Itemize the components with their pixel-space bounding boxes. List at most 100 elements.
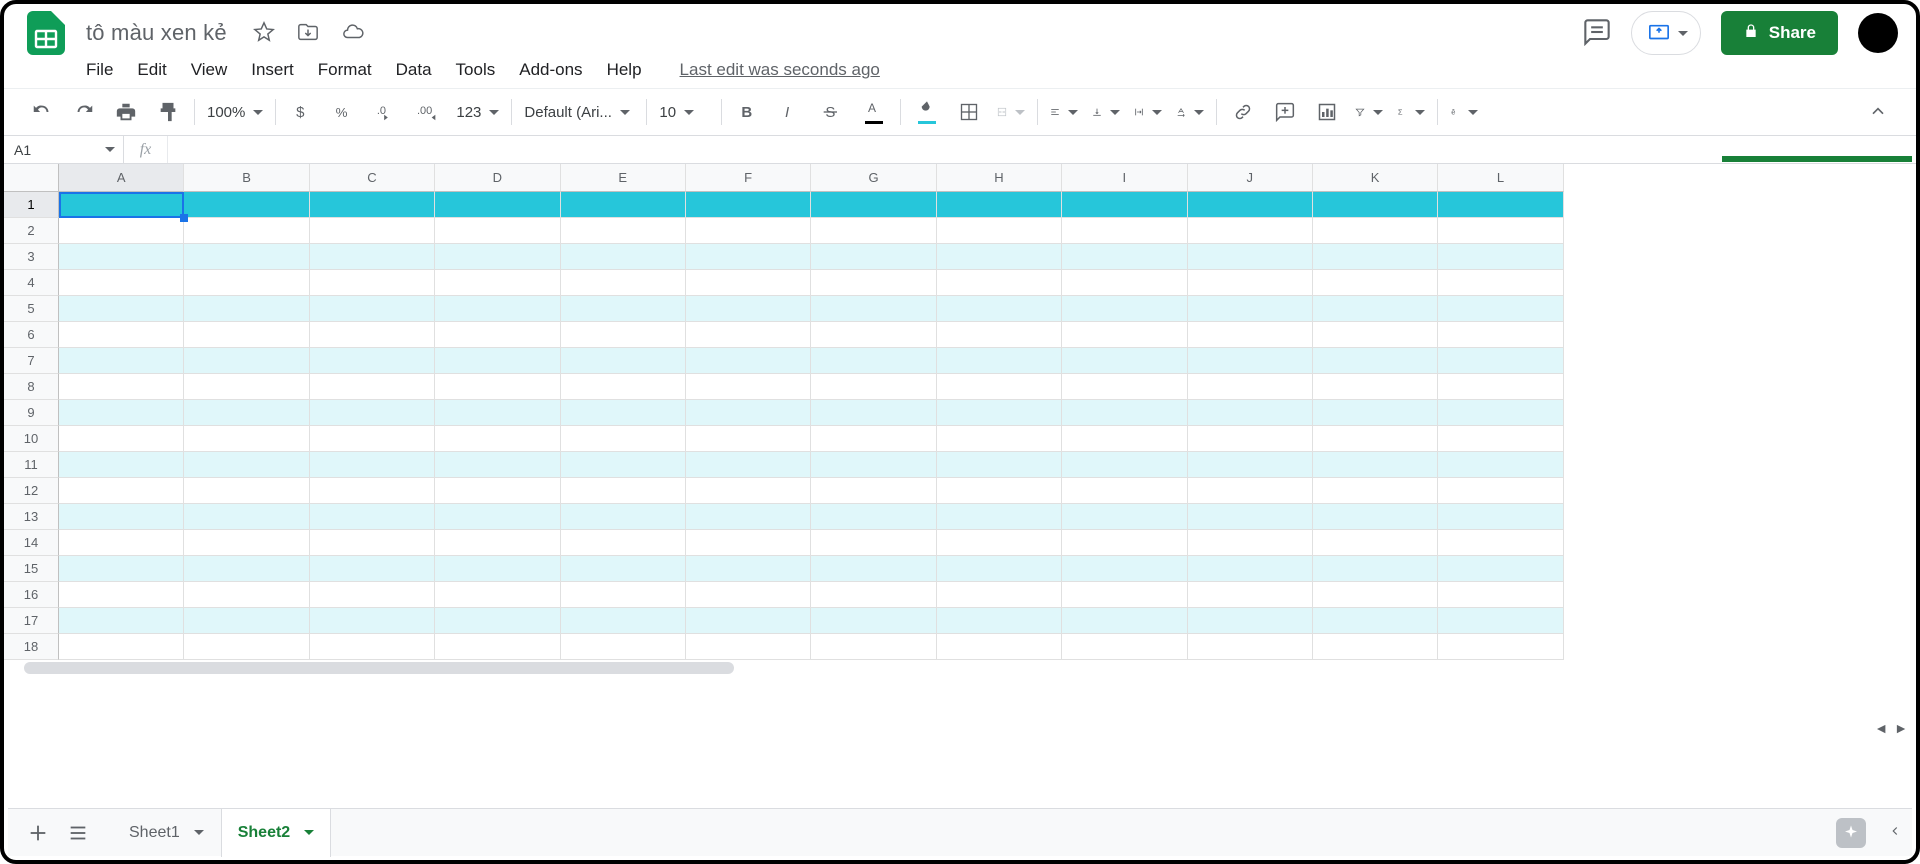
cell[interactable] bbox=[1188, 426, 1313, 452]
cell[interactable] bbox=[811, 556, 936, 582]
name-box[interactable]: A1 bbox=[4, 136, 124, 163]
increase-decimal-button[interactable]: .00 bbox=[414, 98, 442, 126]
cell[interactable] bbox=[811, 244, 936, 270]
column-header[interactable]: H bbox=[937, 164, 1062, 192]
cell[interactable] bbox=[1313, 452, 1438, 478]
cell[interactable] bbox=[184, 426, 309, 452]
fill-color-button[interactable] bbox=[913, 98, 941, 126]
cell[interactable] bbox=[1313, 322, 1438, 348]
star-icon[interactable] bbox=[253, 21, 275, 46]
cell[interactable] bbox=[184, 400, 309, 426]
scroll-right-icon[interactable]: ► bbox=[1894, 720, 1908, 736]
zoom-dropdown[interactable]: 100% bbox=[207, 104, 263, 121]
cell[interactable] bbox=[1062, 192, 1187, 218]
cell[interactable] bbox=[937, 608, 1062, 634]
cell[interactable] bbox=[561, 556, 686, 582]
text-wrap-button[interactable] bbox=[1134, 98, 1162, 126]
cell[interactable] bbox=[686, 530, 811, 556]
cell[interactable] bbox=[1313, 426, 1438, 452]
cell[interactable] bbox=[184, 452, 309, 478]
cell[interactable] bbox=[1062, 634, 1187, 660]
cell[interactable] bbox=[59, 400, 184, 426]
cell[interactable] bbox=[811, 582, 936, 608]
explore-button[interactable] bbox=[1836, 818, 1866, 848]
cell[interactable] bbox=[1062, 452, 1187, 478]
cell[interactable] bbox=[1313, 504, 1438, 530]
row-header[interactable]: 6 bbox=[4, 322, 59, 348]
menu-addons[interactable]: Add-ons bbox=[519, 60, 582, 80]
cell[interactable] bbox=[1313, 192, 1438, 218]
cell[interactable] bbox=[937, 270, 1062, 296]
cell[interactable] bbox=[937, 426, 1062, 452]
present-button[interactable] bbox=[1631, 11, 1701, 55]
cell[interactable] bbox=[1062, 556, 1187, 582]
cell[interactable] bbox=[59, 296, 184, 322]
column-header[interactable]: C bbox=[310, 164, 435, 192]
cell[interactable] bbox=[184, 608, 309, 634]
cell[interactable] bbox=[1188, 244, 1313, 270]
cell[interactable] bbox=[310, 634, 435, 660]
decrease-decimal-button[interactable]: .0 bbox=[372, 98, 400, 126]
cell[interactable] bbox=[1313, 582, 1438, 608]
cell[interactable] bbox=[937, 296, 1062, 322]
cell[interactable] bbox=[1438, 374, 1563, 400]
cell[interactable] bbox=[59, 192, 184, 218]
cell[interactable] bbox=[435, 530, 560, 556]
cell[interactable] bbox=[811, 348, 936, 374]
cell[interactable] bbox=[686, 400, 811, 426]
cell[interactable] bbox=[937, 322, 1062, 348]
cell[interactable] bbox=[184, 582, 309, 608]
cell[interactable] bbox=[435, 270, 560, 296]
cell[interactable] bbox=[937, 504, 1062, 530]
cell[interactable] bbox=[686, 348, 811, 374]
cell[interactable] bbox=[1188, 478, 1313, 504]
scroll-left-icon[interactable]: ◄ bbox=[1874, 720, 1888, 736]
cell[interactable] bbox=[310, 400, 435, 426]
cell[interactable] bbox=[561, 426, 686, 452]
cell[interactable] bbox=[1438, 244, 1563, 270]
cell[interactable] bbox=[811, 504, 936, 530]
cell[interactable] bbox=[435, 400, 560, 426]
cell[interactable] bbox=[1188, 504, 1313, 530]
cell[interactable] bbox=[811, 218, 936, 244]
cell[interactable] bbox=[561, 504, 686, 530]
cell[interactable] bbox=[435, 348, 560, 374]
cell[interactable] bbox=[1188, 452, 1313, 478]
cell[interactable] bbox=[435, 296, 560, 322]
cloud-status-icon[interactable] bbox=[341, 21, 365, 46]
cell[interactable] bbox=[1438, 608, 1563, 634]
bold-button[interactable]: B bbox=[734, 98, 762, 126]
insert-link-button[interactable] bbox=[1229, 98, 1257, 126]
cell[interactable] bbox=[937, 582, 1062, 608]
cell[interactable] bbox=[686, 478, 811, 504]
last-edit-link[interactable]: Last edit was seconds ago bbox=[680, 60, 880, 80]
menu-help[interactable]: Help bbox=[607, 60, 642, 80]
cell[interactable] bbox=[184, 270, 309, 296]
cell[interactable] bbox=[561, 582, 686, 608]
cell[interactable] bbox=[184, 478, 309, 504]
sheet-tab-sheet2[interactable]: Sheet2 bbox=[221, 809, 331, 857]
add-sheet-button[interactable] bbox=[18, 813, 58, 853]
cell[interactable] bbox=[811, 478, 936, 504]
cell[interactable] bbox=[59, 556, 184, 582]
account-avatar[interactable] bbox=[1858, 13, 1898, 53]
cell[interactable] bbox=[59, 270, 184, 296]
cell[interactable] bbox=[435, 374, 560, 400]
cell[interactable] bbox=[937, 478, 1062, 504]
sheets-logo-icon[interactable] bbox=[22, 9, 70, 57]
cell[interactable] bbox=[310, 608, 435, 634]
cell[interactable] bbox=[686, 270, 811, 296]
cell[interactable] bbox=[561, 634, 686, 660]
cell[interactable] bbox=[1188, 608, 1313, 634]
paint-format-button[interactable] bbox=[154, 98, 182, 126]
cell[interactable] bbox=[686, 244, 811, 270]
cell[interactable] bbox=[310, 452, 435, 478]
cell[interactable] bbox=[1188, 556, 1313, 582]
row-header[interactable]: 5 bbox=[4, 296, 59, 322]
row-header[interactable]: 11 bbox=[4, 452, 59, 478]
cell[interactable] bbox=[561, 530, 686, 556]
cell[interactable] bbox=[686, 452, 811, 478]
cell[interactable] bbox=[435, 478, 560, 504]
all-sheets-button[interactable] bbox=[58, 813, 98, 853]
cell[interactable] bbox=[811, 426, 936, 452]
